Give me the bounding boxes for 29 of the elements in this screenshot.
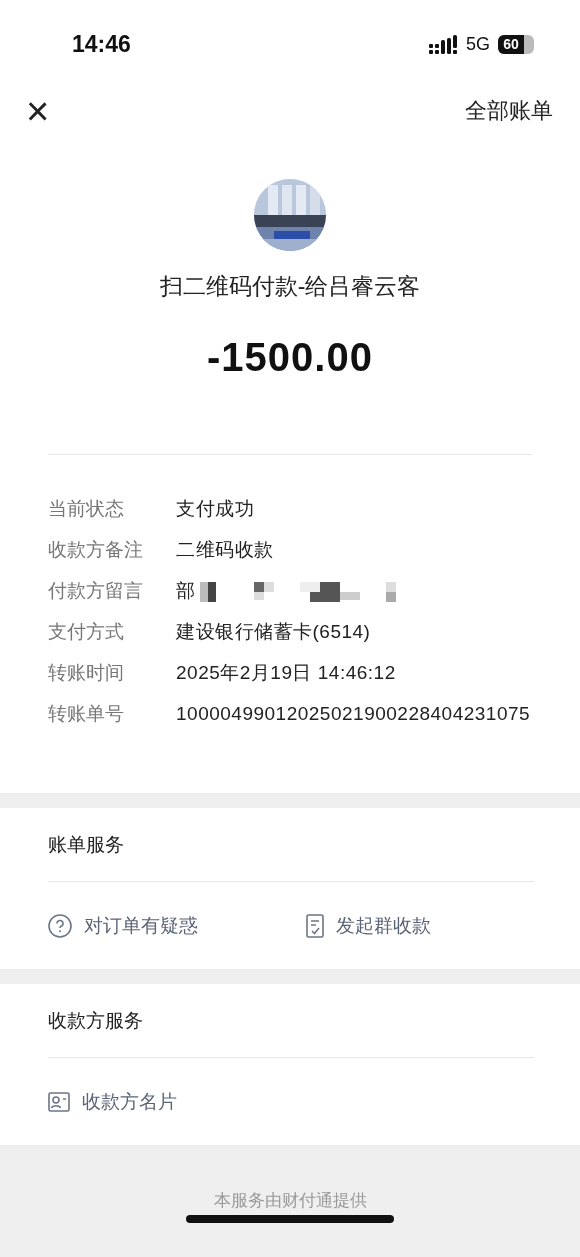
detail-label: 收款方备注 — [48, 538, 144, 562]
detail-label: 付款方留言 — [48, 579, 144, 603]
section-title: 账单服务 — [47, 832, 125, 857]
footer-note: 本服务由财付通提供 — [213, 1191, 367, 1210]
service-link[interactable]: 发起群收款 — [306, 912, 564, 939]
detail-value: 部 — [176, 579, 196, 603]
signal-icon — [429, 34, 458, 54]
help-icon — [48, 913, 72, 938]
section-title: 收款方服务 — [47, 1008, 144, 1033]
detail-value: 10000499012025021900228404231075 — [176, 702, 532, 726]
clock-time: 14:46 — [72, 30, 132, 58]
service-link[interactable]: 对订单有疑惑 — [48, 912, 306, 939]
battery-indicator: 60 — [498, 34, 524, 54]
detail-value: 2025年2月19日 14:46:12 — [176, 661, 397, 685]
close-button[interactable]: × — [26, 91, 50, 131]
detail-value: 支付成功 — [176, 497, 255, 521]
service-link[interactable]: 收款方名片 — [48, 1088, 306, 1115]
network-label: 5G — [466, 33, 490, 55]
detail-value: 二维码收款 — [176, 538, 275, 562]
detail-label: 当前状态 — [48, 497, 125, 521]
detail-value: 建设银行储蓄卡(6514) — [176, 620, 372, 644]
detail-label: 转账单号 — [48, 702, 125, 726]
detail-label: 转账时间 — [48, 661, 125, 685]
payment-title: 扫二维码付款-给吕睿云客 — [159, 272, 421, 301]
checklist-icon — [306, 913, 324, 938]
detail-label: 支付方式 — [48, 620, 125, 644]
contact-card-icon — [48, 1091, 70, 1112]
all-bills-link[interactable]: 全部账单 — [465, 96, 553, 126]
amount: -1500.00 — [207, 335, 373, 380]
